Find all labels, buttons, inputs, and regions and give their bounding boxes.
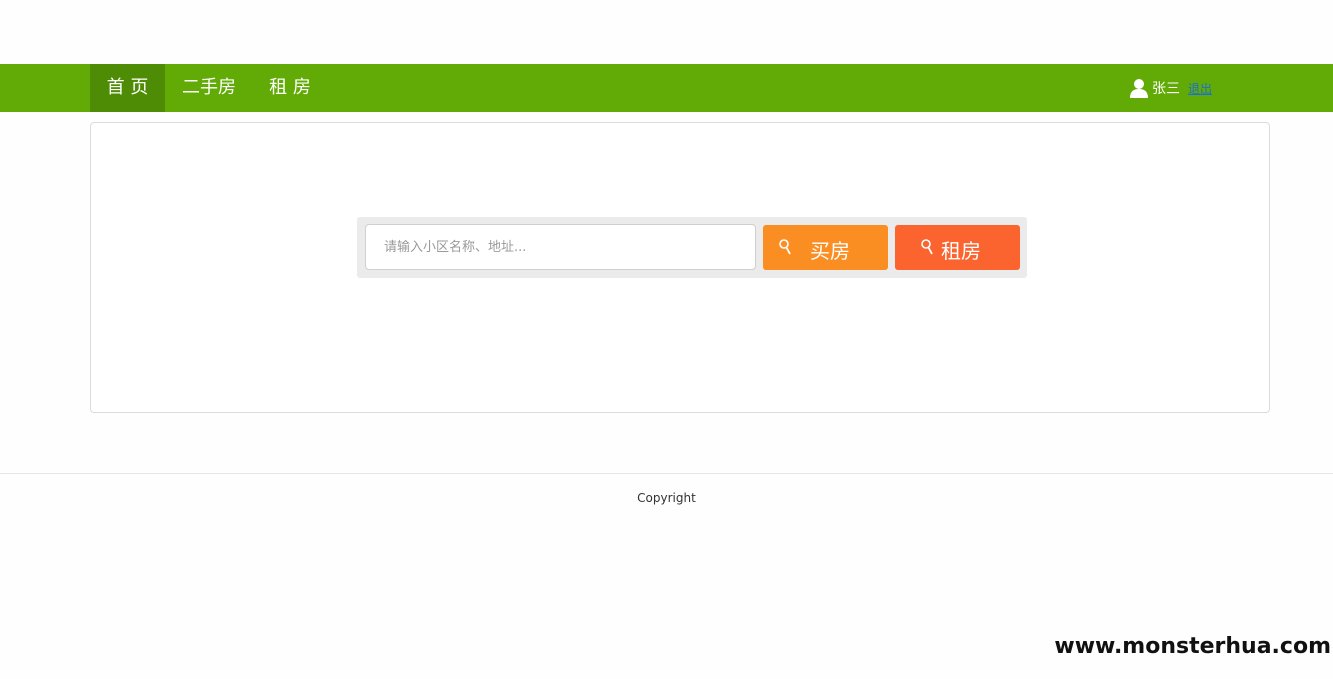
nav-second-hand-house[interactable]: 二手房 <box>172 64 246 112</box>
search-icon <box>779 238 791 256</box>
search-bar: 买房 租房 <box>357 217 1027 278</box>
username: 张三 <box>1152 81 1180 97</box>
search-input[interactable] <box>365 224 756 270</box>
buy-house-label: 买房 <box>810 239 850 263</box>
nav-home[interactable]: 首 页 <box>90 64 165 112</box>
watermark: www.monsterhua.com <box>1054 634 1331 659</box>
rent-house-label: 租房 <box>941 239 981 263</box>
user-area: 张三 退出 <box>1130 64 1212 112</box>
footer-divider <box>0 473 1333 474</box>
buy-house-button[interactable]: 买房 <box>763 225 888 270</box>
search-icon <box>921 238 933 256</box>
top-navbar: 首 页 二手房 租 房 张三 退出 <box>0 64 1333 112</box>
logout-link[interactable]: 退出 <box>1188 80 1212 97</box>
nav-rent[interactable]: 租 房 <box>258 64 322 112</box>
rent-house-button[interactable]: 租房 <box>895 225 1020 270</box>
user-icon <box>1130 78 1148 98</box>
copyright-text: Copyright <box>637 491 696 505</box>
